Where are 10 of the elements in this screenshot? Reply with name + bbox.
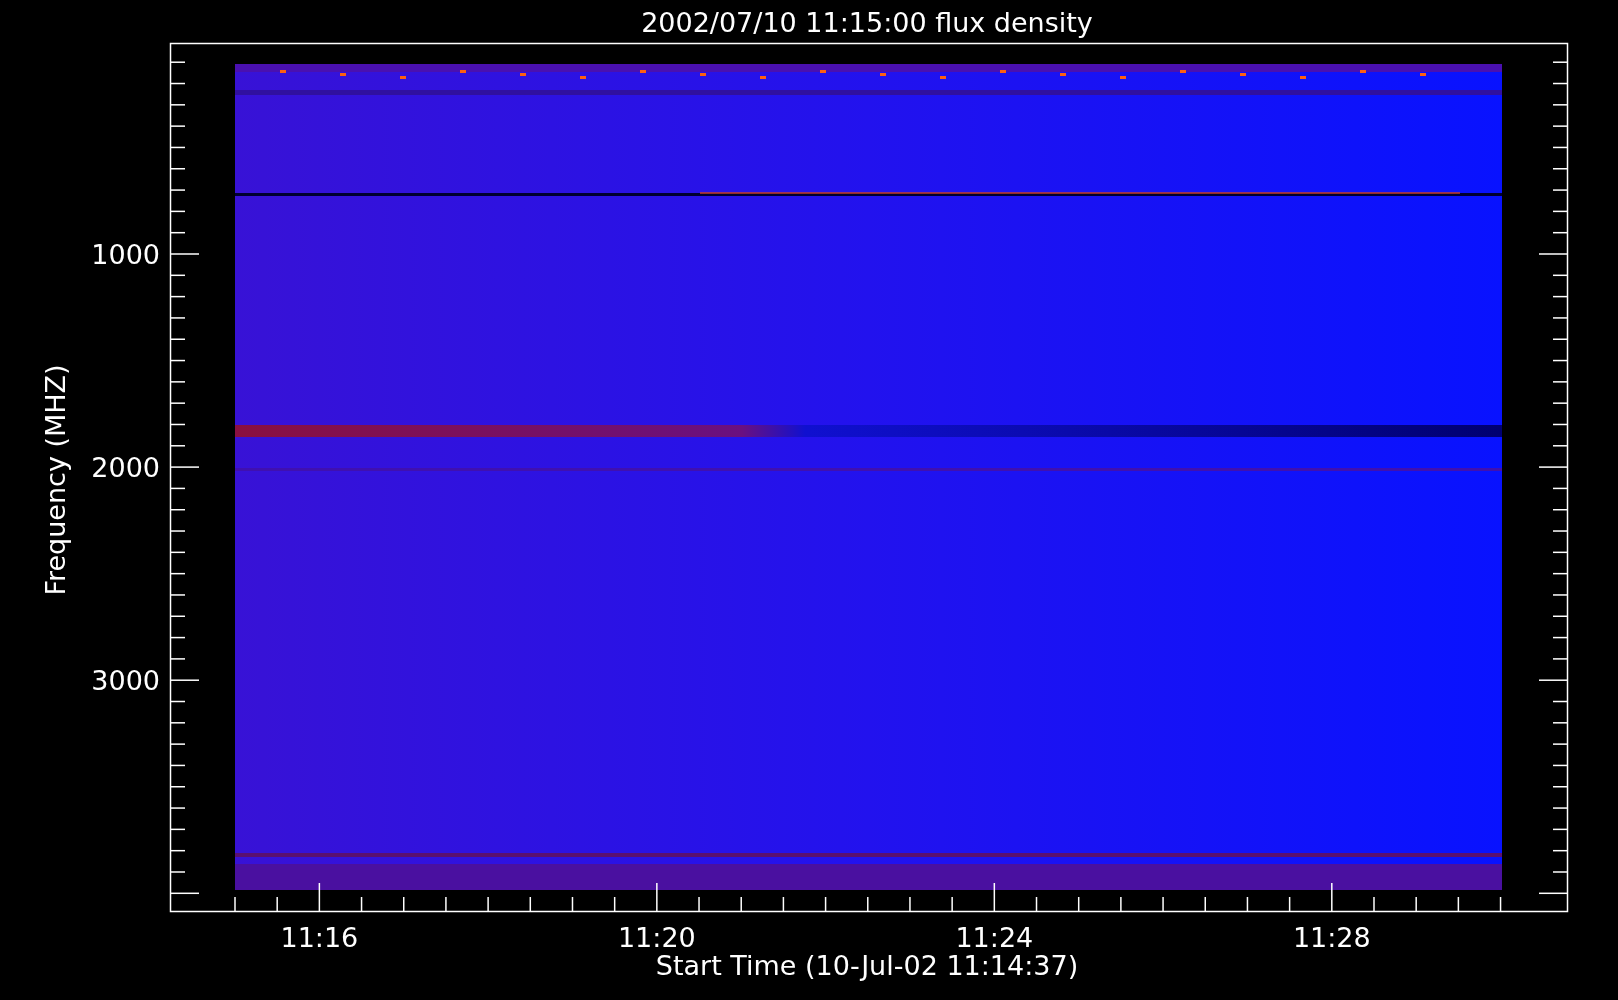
tick-label: 11:24 (955, 922, 1034, 953)
tick-label: 1000 (91, 239, 160, 270)
tick-label: 3000 (91, 665, 160, 697)
tick-label: 11:20 (617, 922, 696, 953)
axis-label: Start Time (10-Jul-02 11:14:37) (655, 950, 1079, 981)
axis-label: Frequency (MHZ) (40, 364, 71, 596)
tick-label: 11:28 (1292, 922, 1371, 953)
chart-title: 2002/07/10 11:15:00 flux density (641, 7, 1093, 38)
tick-label: 11:16 (280, 922, 359, 953)
tick-label: 2000 (91, 452, 160, 484)
